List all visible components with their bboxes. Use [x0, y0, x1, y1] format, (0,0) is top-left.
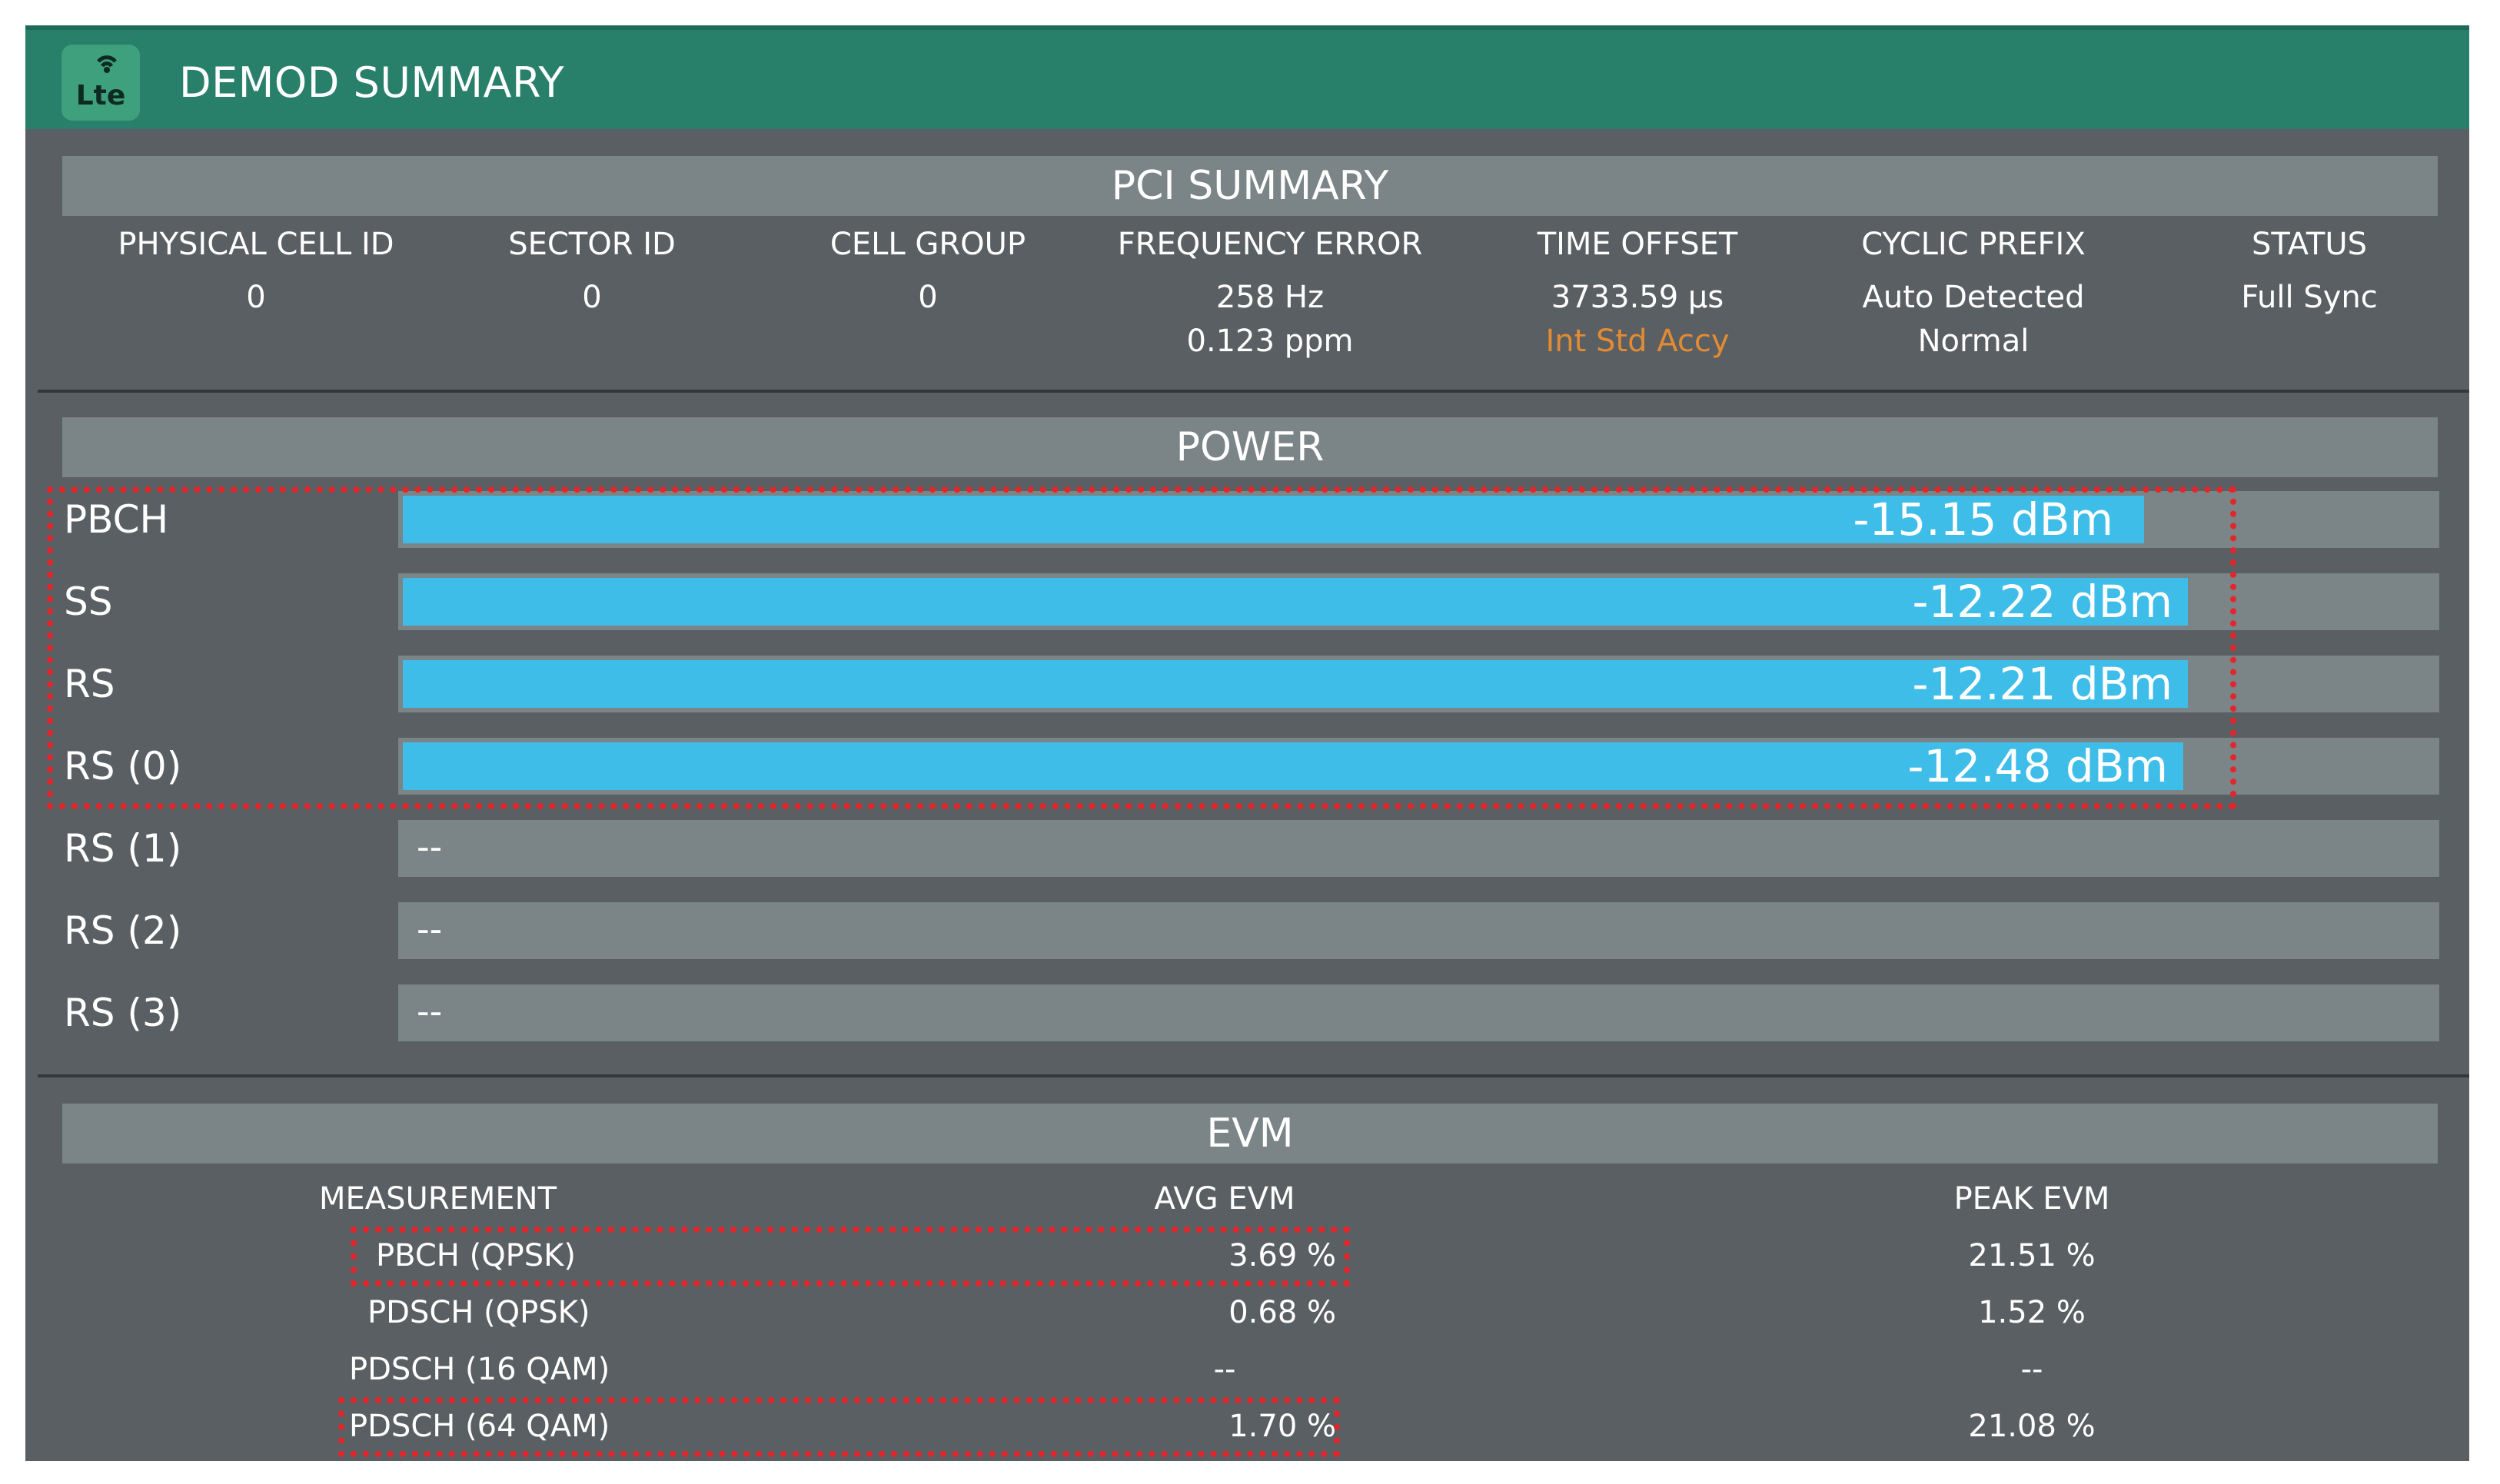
column-header: TIME OFFSET	[1537, 227, 1738, 262]
evm-row-measurement: PDSCH (QPSK)	[367, 1295, 590, 1330]
column-header: SECTOR ID	[508, 227, 676, 262]
evm-row-measurement: PDSCH (16 QAM)	[349, 1352, 610, 1387]
evm-highlight-box	[338, 1397, 1340, 1457]
column-value-secondary: 0.123 ppm	[1186, 324, 1354, 359]
column-value: Full Sync	[2241, 280, 2378, 315]
evm-row-peak: 21.08 %	[1968, 1409, 2096, 1444]
column-header: CELL GROUP	[829, 227, 1026, 262]
column-value: 0	[246, 280, 266, 315]
evm-row-peak: --	[2020, 1352, 2043, 1387]
column-value-secondary: Normal	[1917, 324, 2030, 359]
column-header: CYCLIC PREFIX	[1861, 227, 2086, 262]
power-bar-track: --	[398, 984, 2439, 1041]
power-header: POWER	[62, 417, 2438, 477]
demod-summary-window: Lte DEMOD SUMMARY PCI SUMMARY PHYSICAL C…	[25, 25, 2469, 1461]
evm-column-avg: AVG EVM	[1154, 1181, 1295, 1217]
power-row-rs-1: RS (1) --	[25, 818, 2469, 879]
power-row-label: RS (1)	[64, 826, 182, 871]
evm-row-peak: 1.52 %	[1978, 1295, 2086, 1330]
evm-row-peak: 21.51 %	[1968, 1238, 2096, 1273]
column-value: 3733.59 µs	[1551, 280, 1724, 315]
column-header: PHYSICAL CELL ID	[118, 227, 394, 262]
evm-row-avg: --	[1213, 1352, 1236, 1387]
power-row-label: RS (2)	[64, 908, 182, 953]
column-value: 258 Hz	[1215, 280, 1325, 315]
power-value: --	[417, 991, 443, 1032]
section-divider	[38, 390, 2469, 393]
power-bar-track: --	[398, 902, 2439, 959]
window-title: DEMOD SUMMARY	[179, 58, 565, 107]
evm-header: EVM	[62, 1104, 2438, 1164]
column-value: Auto Detected	[1862, 280, 2085, 315]
title-bar: Lte DEMOD SUMMARY	[25, 25, 2469, 129]
column-value: 0	[582, 280, 602, 315]
power-bar-track: --	[398, 820, 2439, 877]
column-header: STATUS	[2251, 227, 2368, 262]
power-row-rs-3: RS (3) --	[25, 982, 2469, 1044]
power-row-rs-2: RS (2) --	[25, 900, 2469, 961]
power-value: --	[417, 908, 443, 950]
column-header: FREQUENCY ERROR	[1117, 227, 1423, 262]
svg-text:Lte: Lte	[76, 80, 126, 111]
evm-column-measurement: MEASUREMENT	[319, 1181, 557, 1217]
lte-signal-icon[interactable]: Lte	[62, 45, 140, 121]
evm-column-peak: PEAK EVM	[1953, 1181, 2110, 1217]
evm-row-avg: 0.68 %	[1228, 1295, 1336, 1330]
power-value: --	[417, 826, 443, 868]
pci-summary-header: PCI SUMMARY	[62, 156, 2438, 216]
column-value: 0	[918, 280, 938, 315]
accuracy-warning: Int Std Accy	[1545, 324, 1730, 359]
power-highlight-box	[47, 486, 2236, 809]
evm-highlight-box	[351, 1227, 1350, 1286]
power-row-label: RS (3)	[64, 991, 182, 1035]
section-divider	[38, 1074, 2469, 1077]
